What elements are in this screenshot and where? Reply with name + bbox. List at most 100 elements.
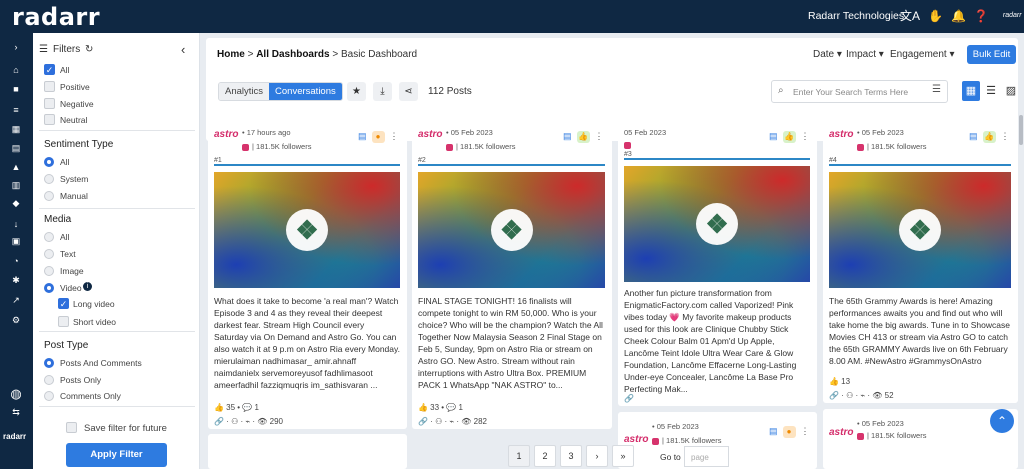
image-view-icon[interactable]: ▨	[1002, 81, 1020, 101]
post-card[interactable]: astro • 05 Feb 2023 | 181.5K followers ▤…	[412, 121, 612, 429]
post-card[interactable]: 05 Feb 2023 ▤ 👍 ⋮ #3 ❖ Another fun pictu…	[618, 121, 817, 406]
more-icon[interactable]: ⋮	[801, 426, 810, 438]
post-type-comments-radio[interactable]	[44, 391, 54, 401]
gear-icon[interactable]: ⚙	[9, 315, 23, 326]
engagement-icon[interactable]: ▤	[358, 131, 367, 143]
post-image[interactable]: ❖	[829, 172, 1011, 288]
video-icon[interactable]: ■	[9, 83, 23, 94]
tab-analytics[interactable]: Analytics	[219, 83, 270, 100]
download-icon[interactable]: ↓	[9, 218, 23, 229]
globe-icon[interactable]: ◍	[9, 386, 23, 401]
date-dropdown[interactable]: Date ▾	[813, 49, 842, 60]
help-icon[interactable]: ❓	[974, 9, 989, 23]
post-card[interactable]	[208, 434, 407, 469]
neutral-sentiment-icon[interactable]: ●	[782, 426, 796, 438]
engagement-icon[interactable]: ▤	[769, 426, 778, 438]
sentiment-type-system-radio[interactable]	[44, 174, 54, 184]
hand-icon[interactable]: ✋	[928, 9, 943, 23]
account-logo[interactable]: radarr	[1003, 12, 1022, 19]
post-time: 05 Feb 2023	[624, 128, 667, 137]
sentiment-negative-checkbox[interactable]	[44, 98, 55, 109]
short-video-label: Short video	[73, 317, 116, 327]
share-icon[interactable]: ⋖	[399, 82, 418, 101]
engagement-icon[interactable]: ▤	[563, 131, 572, 143]
trend-icon[interactable]: ↗	[9, 295, 23, 306]
long-video-checkbox[interactable]: ✓	[58, 298, 69, 309]
sentiment-type-all-radio[interactable]	[44, 157, 54, 167]
bell-icon[interactable]: 🔔	[951, 9, 966, 23]
invoice-icon[interactable]: ▣	[9, 236, 23, 247]
bulk-edit-button[interactable]: Bulk Edit	[967, 45, 1016, 64]
switch-icon[interactable]: ⇆	[9, 407, 23, 418]
app-logo[interactable]: radarr	[12, 3, 100, 31]
list-view-icon[interactable]: ☰	[982, 81, 1000, 101]
scrollbar[interactable]	[1019, 115, 1023, 145]
info-icon[interactable]: i	[83, 282, 92, 291]
sentiment-type-manual-radio[interactable]	[44, 191, 54, 201]
last-page-button[interactable]: »	[612, 445, 634, 467]
expand-icon[interactable]: ›	[9, 41, 23, 52]
short-video-checkbox[interactable]	[58, 316, 69, 327]
page-1-button[interactable]: 1	[508, 445, 530, 467]
post-image[interactable]: ❖	[418, 172, 605, 288]
apply-filter-button[interactable]: Apply Filter	[66, 443, 167, 467]
scroll-top-button[interactable]: ⌃	[990, 409, 1014, 433]
star-icon[interactable]: ★	[347, 82, 366, 101]
analytics-icon[interactable]: ▥	[9, 180, 23, 191]
next-page-button[interactable]: ›	[586, 445, 608, 467]
post-type-posts-radio[interactable]	[44, 375, 54, 385]
settings-icon[interactable]: ✱	[9, 275, 23, 286]
engagement-icon[interactable]: ▤	[969, 131, 978, 143]
search-placeholder: Enter Your Search Terms Here	[793, 87, 909, 97]
media-video-radio[interactable]	[44, 283, 54, 293]
page-3-button[interactable]: 3	[560, 445, 582, 467]
positive-sentiment-icon[interactable]: 👍	[782, 131, 796, 143]
more-icon[interactable]: ⋮	[801, 131, 810, 143]
translate-icon[interactable]: 文A	[900, 7, 920, 24]
speed-icon[interactable]: ◔	[9, 255, 23, 266]
main-content: Home > All Dashboards > Basic Dashboard …	[200, 33, 1024, 469]
positive-sentiment-icon[interactable]: 👍	[982, 131, 996, 143]
dashboard-icon[interactable]: ▦	[9, 124, 23, 135]
fire-icon[interactable]: ◆	[9, 198, 23, 209]
engagement-dropdown[interactable]: Engagement ▾	[890, 49, 955, 60]
goto-page-input[interactable]: page	[684, 446, 729, 467]
positive-sentiment-icon[interactable]: 👍	[576, 131, 590, 143]
download-icon[interactable]: ⤓	[373, 82, 392, 101]
tab-conversations[interactable]: Conversations	[269, 83, 342, 100]
crumb-home[interactable]: Home	[217, 49, 245, 60]
engagement-icon[interactable]: ▤	[769, 131, 778, 143]
media-text-radio[interactable]	[44, 249, 54, 259]
post-card[interactable]: astro • 05 Feb 2023 | 181.5K followers ▤…	[823, 121, 1018, 403]
home-icon[interactable]: ⌂	[9, 64, 23, 75]
post-image[interactable]: ❖	[214, 172, 400, 288]
more-icon[interactable]: ⋮	[1001, 131, 1010, 143]
impact-dropdown[interactable]: Impact ▾	[846, 49, 884, 60]
database-icon[interactable]: ≡	[9, 104, 23, 115]
post-type-both-radio[interactable]	[44, 358, 54, 368]
post-card[interactable]: astro • 05 Feb 2023 | 181.5K followers	[823, 409, 1018, 469]
organization-name[interactable]: Radarr Technologies	[808, 10, 904, 22]
media-image-radio[interactable]	[44, 266, 54, 276]
neutral-sentiment-icon[interactable]: ●	[371, 131, 385, 143]
save-filter-checkbox[interactable]	[66, 422, 77, 433]
sentiment-positive-checkbox[interactable]	[44, 81, 55, 92]
post-count: 112 Posts	[428, 86, 472, 97]
more-icon[interactable]: ⋮	[595, 131, 604, 143]
post-card[interactable]: astro • 17 hours ago | 181.5K followers …	[208, 121, 407, 429]
post-number: #3	[624, 151, 632, 158]
sentiment-neutral-checkbox[interactable]	[44, 114, 55, 125]
refresh-icon[interactable]: ↻	[85, 44, 93, 55]
filter-lines-icon[interactable]: ☰	[932, 84, 941, 95]
more-icon[interactable]: ⋮	[390, 131, 399, 143]
search-input[interactable]: ⌕ Enter Your Search Terms Here ☰	[771, 80, 948, 103]
sentiment-all-checkbox[interactable]: ✓	[44, 64, 55, 75]
report-icon[interactable]: ▤	[9, 143, 23, 154]
collapse-panel-icon[interactable]: ‹	[181, 42, 185, 57]
page-2-button[interactable]: 2	[534, 445, 556, 467]
media-all-radio[interactable]	[44, 232, 54, 242]
alert-icon[interactable]: ▲	[9, 161, 23, 172]
post-image[interactable]: ❖	[624, 166, 810, 282]
crumb-all-dashboards[interactable]: All Dashboards	[256, 49, 329, 60]
grid-view-icon[interactable]: ▦	[962, 81, 980, 101]
